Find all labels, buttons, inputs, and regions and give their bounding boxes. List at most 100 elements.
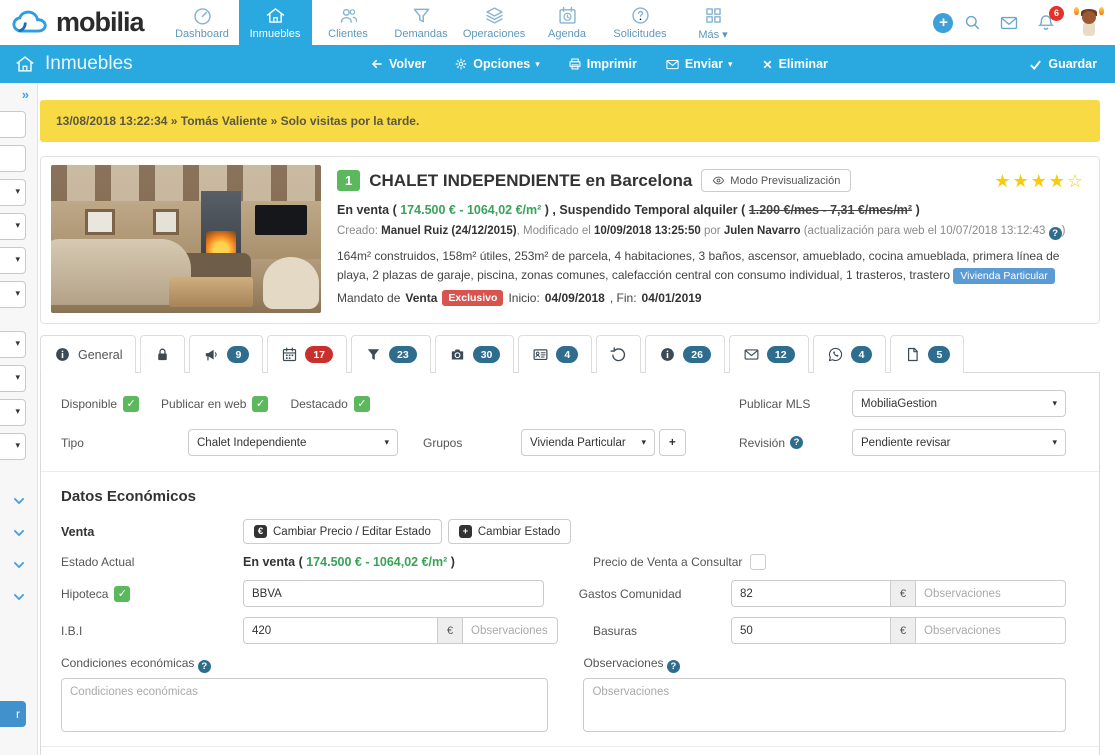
nav-item-dashboard[interactable]: Dashboard (166, 0, 239, 45)
search-button[interactable] (963, 13, 982, 32)
gastos-comunidad-input[interactable] (731, 580, 891, 607)
rating-stars[interactable]: ★★★★☆ (994, 171, 1085, 192)
grupos-select[interactable]: Vivienda Particular ▾ (521, 429, 655, 456)
tipo-label: Tipo (61, 435, 84, 450)
nav-item-operaciones[interactable]: Operaciones (458, 0, 531, 45)
tab-count-badge: 4 (556, 346, 579, 363)
add-group-button[interactable]: + (659, 429, 686, 456)
print-button[interactable]: Imprimir (568, 57, 637, 71)
sidebar-filter-select[interactable] (0, 145, 26, 172)
tipo-select[interactable]: Chalet Independiente ▾ (188, 429, 398, 456)
messages-button[interactable] (999, 13, 1019, 33)
gauge-icon (192, 5, 213, 26)
nav-item-demandas[interactable]: Demandas (385, 0, 458, 45)
observaciones-textarea[interactable] (583, 678, 1066, 732)
ibi-observaciones-input[interactable] (463, 617, 558, 644)
tab-idcard[interactable]: 4 (518, 335, 593, 373)
tab-infoc[interactable]: 26 (645, 335, 725, 373)
publicar-mls-select[interactable]: MobiliaGestion ▾ (852, 390, 1066, 417)
note-banner-text: 13/08/2018 13:22:34 » Tomás Valiente » S… (56, 114, 420, 128)
sidebar-filter-select[interactable] (0, 111, 26, 138)
user-avatar[interactable] (1073, 5, 1105, 41)
nav-item-ms[interactable]: Más ▾ (677, 0, 750, 45)
nav-item-agenda[interactable]: Agenda (531, 0, 604, 45)
sidebar-filter-select[interactable]: ▾ (0, 179, 26, 206)
gastos-comunidad-label: Gastos Comunidad (578, 586, 682, 601)
help-icon[interactable]: ? (1048, 227, 1062, 240)
hipoteca-checkbox[interactable]: ✓ (114, 585, 131, 602)
sidebar-filter-select[interactable]: ▾ (0, 433, 26, 460)
notifications-button[interactable]: 6 (1036, 5, 1064, 33)
basuras-observaciones-input[interactable] (916, 617, 1066, 644)
help-icon[interactable]: ? (197, 660, 211, 673)
property-tabs: General 9 17 23 30 4 26 12 4 5 (40, 335, 1100, 374)
tab-count-badge: 5 (928, 346, 951, 363)
tab-camera[interactable]: 30 (434, 335, 515, 373)
help-icon[interactable]: ? (666, 660, 680, 673)
sidebar-section-chevron-icon[interactable] (0, 590, 37, 604)
sidebar-expand-button[interactable]: » (0, 83, 37, 104)
condiciones-economicas-textarea[interactable] (61, 678, 549, 732)
general-tab-panel: Disponible ✓ Publicar en web ✓ Destacado ✓ Pu… (40, 372, 1100, 755)
help-icon[interactable]: ? (790, 436, 804, 449)
venta-change-price-button[interactable]: € Cambiar Precio / Editar Estado (243, 519, 442, 544)
nav-item-inmuebles[interactable]: Inmuebles (238, 0, 312, 45)
mandate-line: Mandato de Venta Exclusivo Inicio: 04/09… (337, 290, 702, 307)
euro-addon: € (438, 617, 463, 644)
sidebar-section-chevron-icon[interactable] (0, 558, 37, 572)
megaphone-icon (203, 346, 220, 363)
plus-icon: + (458, 525, 472, 538)
tab-general[interactable]: General (40, 335, 137, 374)
sidebar-filter-select[interactable]: ▾ (0, 247, 26, 274)
tab-history[interactable] (596, 335, 642, 373)
nav-item-solicitudes[interactable]: Solicitudes (604, 0, 677, 45)
chevron-down-icon: ▾ (941, 24, 946, 34)
checkbox[interactable]: ✓ (252, 395, 269, 412)
nav-item-clientes[interactable]: Clientes (312, 0, 385, 45)
whatsapp-icon (827, 346, 844, 363)
send-button[interactable]: Enviar ▾ (665, 57, 733, 72)
sidebar-search-button[interactable]: r (0, 701, 26, 727)
tfunnel-icon (365, 346, 382, 363)
sidebar-section-chevron-icon[interactable] (0, 526, 37, 540)
tab-file[interactable]: 5 (890, 335, 965, 373)
checkbox[interactable]: ✓ (353, 395, 370, 412)
sidebar-section-chevron-icon[interactable] (0, 494, 37, 508)
grupos-label: Grupos (423, 435, 463, 450)
observaciones-label: Observaciones ? (583, 656, 1066, 673)
basuras-input[interactable] (731, 617, 891, 644)
options-button[interactable]: Opciones ▾ (454, 57, 540, 71)
calendar-icon (281, 346, 298, 363)
euro-icon: € (254, 525, 267, 538)
tab-envelope[interactable]: 12 (728, 335, 809, 373)
sidebar-filter-select[interactable]: ▾ (0, 331, 26, 358)
save-button[interactable]: Guardar (1028, 57, 1115, 72)
back-button[interactable]: Volver (370, 57, 426, 71)
tab-calendar[interactable]: 17 (267, 335, 348, 373)
sidebar-filter-select[interactable]: ▾ (0, 365, 26, 392)
venta-change-state-button[interactable]: + Cambiar Estado (447, 519, 572, 544)
sidebar-filter-select[interactable]: ▾ (0, 399, 26, 426)
tab-tfunnel[interactable]: 23 (351, 335, 431, 373)
delete-button[interactable]: Eliminar (761, 57, 828, 71)
hipoteca-input[interactable] (243, 580, 544, 607)
printer-icon (568, 57, 582, 71)
ibi-input[interactable] (243, 617, 438, 644)
property-photo[interactable] (51, 165, 321, 313)
checkbox[interactable]: ✓ (123, 395, 140, 412)
app-window: mobilia Dashboard Inmuebles Clientes Demand… (0, 0, 1115, 755)
preview-mode-button[interactable]: Modo Previsualización (701, 169, 852, 192)
tab-lock[interactable] (140, 335, 186, 373)
tab-megaphone[interactable]: 9 (189, 335, 264, 373)
gastos-observaciones-input[interactable] (916, 580, 1066, 607)
sidebar-filter-select[interactable]: ▾ (0, 281, 26, 308)
group-tag-badge: Vivienda Particular (953, 267, 1055, 284)
sidebar-filter-select[interactable]: ▾ (0, 213, 26, 240)
quick-add-button[interactable]: + ▾ (933, 10, 954, 35)
brand-logo[interactable]: mobilia (0, 0, 166, 45)
precio-venta-consultar-checkbox[interactable] (750, 554, 767, 570)
note-banner: 13/08/2018 13:22:34 » Tomás Valiente » S… (40, 100, 1100, 142)
toolbar-actions: Volver Opciones ▾ Imprimir Enviar ▾ Elimin… (370, 57, 828, 72)
tab-whatsapp[interactable]: 4 (812, 335, 887, 373)
revision-select[interactable]: Pendiente revisar ▾ (852, 429, 1066, 456)
